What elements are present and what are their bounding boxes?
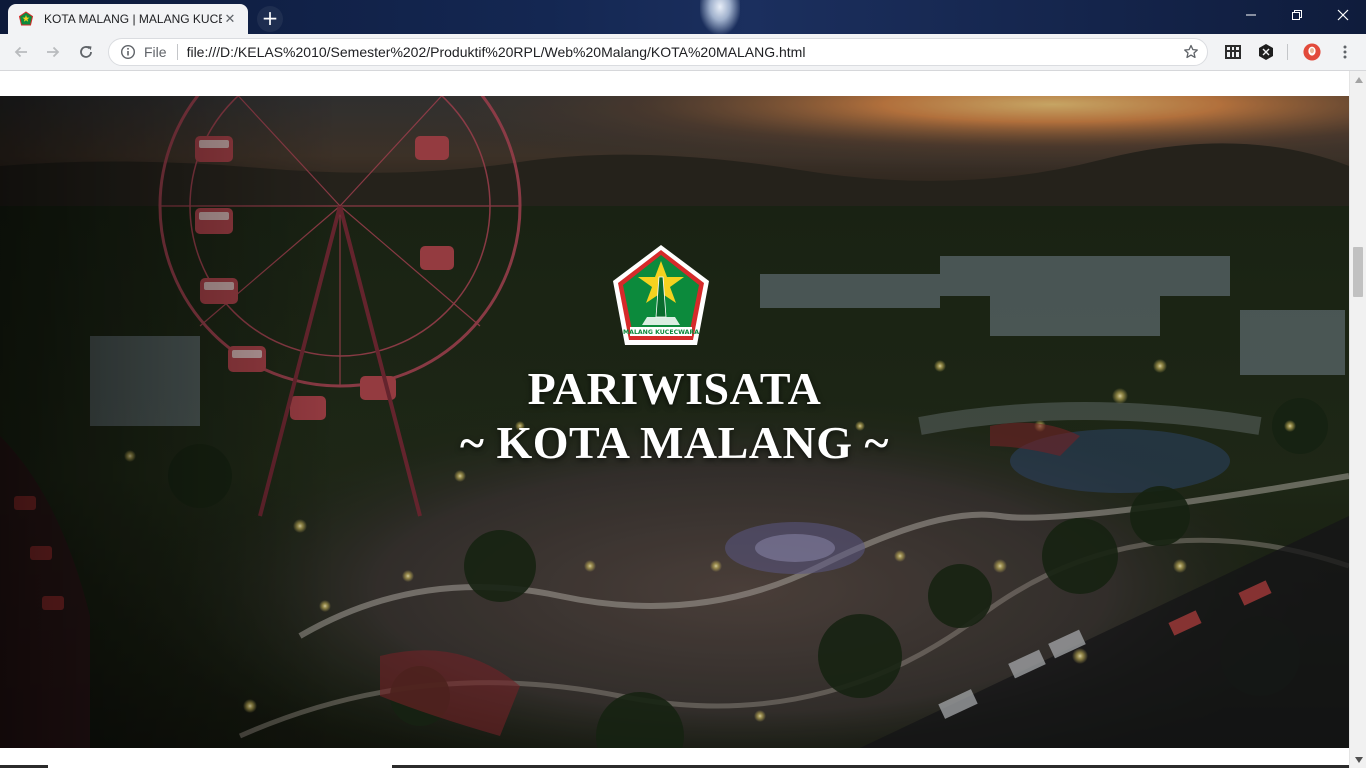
- menu-button[interactable]: [1336, 43, 1354, 61]
- titlebar-background-light: [700, 0, 740, 34]
- page-viewport: MALANG KUCECWARA PARIWISATA ~ KOTA MALAN…: [0, 71, 1366, 768]
- scroll-up-button[interactable]: [1350, 71, 1366, 88]
- scroll-down-button[interactable]: [1350, 751, 1366, 768]
- reload-icon: [80, 46, 92, 58]
- scrollbar-thumb[interactable]: [1353, 247, 1363, 297]
- triangle-up-icon: [1354, 76, 1363, 83]
- arrow-left-icon: [14, 46, 27, 58]
- hero-banner: MALANG KUCECWARA PARIWISATA ~ KOTA MALAN…: [0, 96, 1349, 748]
- restore-icon: [1292, 10, 1302, 20]
- browser-tab[interactable]: KOTA MALANG | MALANG KUCECWARA ✕: [8, 4, 248, 34]
- scheme-label: File: [144, 44, 167, 60]
- hexagon-extension-icon[interactable]: [1257, 43, 1275, 61]
- tab-title: KOTA MALANG | MALANG KUCECWARA: [44, 12, 222, 26]
- minimize-icon: [1246, 14, 1256, 16]
- triangle-down-icon: [1354, 756, 1363, 763]
- forward-button[interactable]: [41, 40, 65, 64]
- new-tab-button[interactable]: +: [257, 6, 283, 32]
- browser-toolbar: File file:///D:/KELAS%2010/Semester%202/…: [0, 34, 1366, 71]
- arrow-right-icon: [47, 46, 60, 58]
- hero-title-line2: ~ KOTA MALANG ~: [460, 417, 889, 468]
- page-scrollbar[interactable]: [1349, 71, 1366, 768]
- address-separator: [176, 44, 178, 60]
- close-icon: [1337, 9, 1349, 21]
- back-button[interactable]: [9, 40, 33, 64]
- reload-button[interactable]: [74, 40, 98, 64]
- tab-close-icon[interactable]: ✕: [222, 12, 238, 27]
- malang-crest-logo: MALANG KUCECWARA: [610, 243, 712, 349]
- browser-titlebar: KOTA MALANG | MALANG KUCECWARA ✕ +: [0, 0, 1366, 34]
- toolbar-divider: [1287, 44, 1288, 60]
- star-icon[interactable]: [1183, 44, 1199, 60]
- url-text[interactable]: file:///D:/KELAS%2010/Semester%202/Produ…: [187, 44, 1167, 60]
- address-bar[interactable]: File file:///D:/KELAS%2010/Semester%202/…: [108, 38, 1208, 66]
- grid-extension-icon[interactable]: [1224, 43, 1242, 61]
- minimize-button[interactable]: [1228, 0, 1274, 30]
- more-vertical-icon: [1343, 45, 1347, 59]
- info-icon[interactable]: [120, 44, 136, 60]
- close-window-button[interactable]: [1320, 0, 1366, 30]
- logo-text: MALANG KUCECWARA: [623, 329, 699, 336]
- malang-crest-icon: [18, 11, 34, 27]
- profile-avatar-icon[interactable]: [1303, 43, 1321, 61]
- restore-button[interactable]: [1274, 0, 1320, 30]
- hero-title-line1: PARIWISATA: [527, 363, 822, 414]
